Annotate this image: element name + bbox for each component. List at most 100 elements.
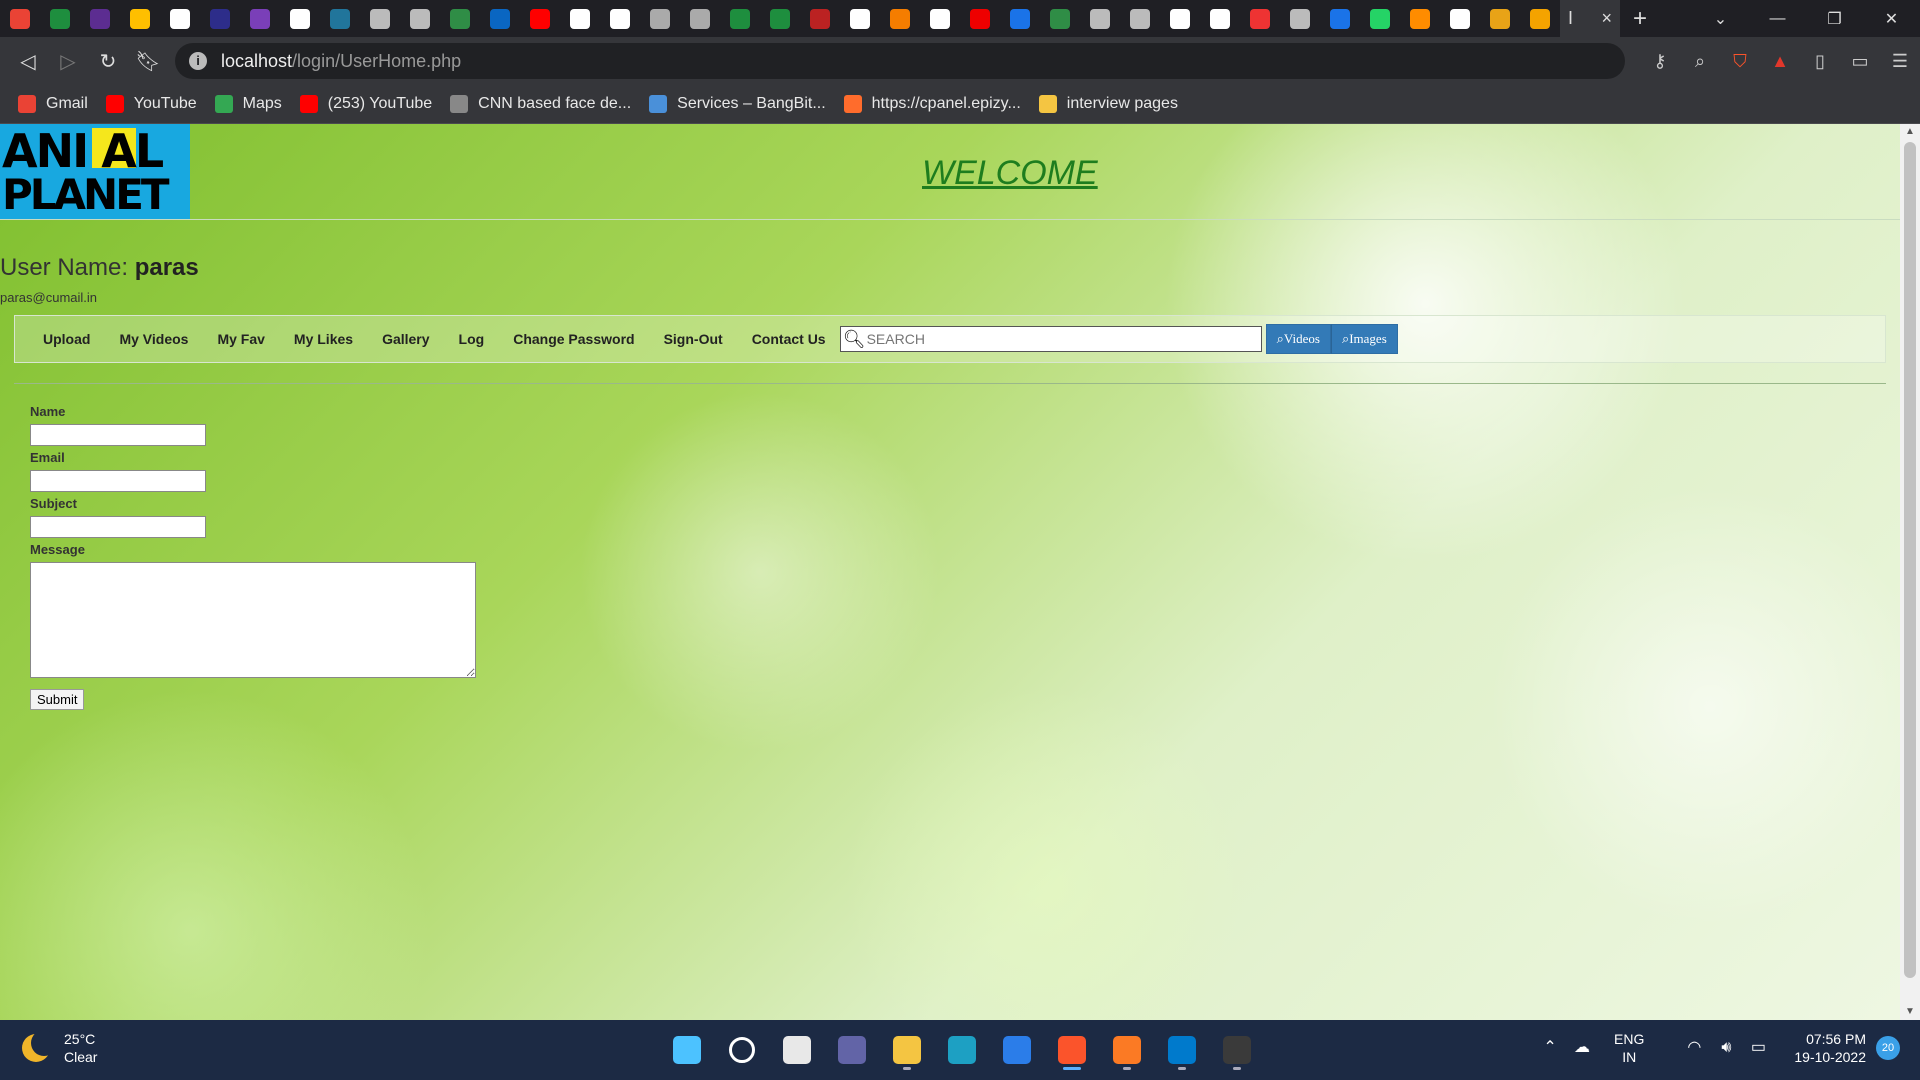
tab-favicon[interactable]	[720, 0, 760, 37]
volume-icon[interactable]: 🔊︎	[1714, 1036, 1738, 1060]
language-indicator[interactable]: ENG IN	[1614, 1030, 1644, 1066]
brave-rewards-icon[interactable]: ▲	[1760, 41, 1800, 81]
close-tab-icon[interactable]: ×	[1601, 8, 1612, 29]
tab-favicon[interactable]	[360, 0, 400, 37]
tab-favicon[interactable]	[1480, 0, 1520, 37]
taskbar-vscode[interactable]	[1160, 1028, 1204, 1072]
tab-favicon[interactable]	[1320, 0, 1360, 37]
chevron-up-icon[interactable]: ⌃	[1538, 1036, 1562, 1060]
nav-change-password[interactable]: Change Password	[513, 331, 634, 347]
tab-favicon[interactable]	[0, 0, 40, 37]
restore-icon[interactable]: ❐	[1806, 0, 1863, 37]
tab-favicon[interactable]	[1040, 0, 1080, 37]
tab-favicon[interactable]	[160, 0, 200, 37]
taskbar-search[interactable]	[720, 1028, 764, 1072]
message-field[interactable]	[30, 562, 476, 678]
key-icon[interactable]: ⚷	[1640, 41, 1680, 81]
bookmark-item[interactable]: interview pages	[1038, 95, 1178, 113]
search-videos-button[interactable]: ⌕ Videos	[1265, 324, 1331, 354]
bookmark-item[interactable]: Services – BangBit...	[649, 95, 826, 113]
reload-icon[interactable]: ↻	[88, 41, 128, 81]
tab-favicon[interactable]	[1080, 0, 1120, 37]
search-box[interactable]: 🔍︎	[839, 326, 1262, 352]
brave-shields-icon[interactable]: ⛉	[1720, 41, 1760, 81]
tab-favicon[interactable]	[1280, 0, 1320, 37]
taskbar-task-view[interactable]	[775, 1028, 819, 1072]
bookmark-item[interactable]: Gmail	[18, 95, 88, 113]
bookmark-item[interactable]: Maps	[214, 95, 282, 113]
email-field[interactable]	[30, 470, 206, 492]
tab-favicon[interactable]	[920, 0, 960, 37]
forward-icon[interactable]: ▷	[48, 41, 88, 81]
weather-widget[interactable]: 25°C Clear	[22, 1030, 97, 1066]
name-field[interactable]	[30, 424, 206, 446]
search-input[interactable]	[864, 330, 1249, 348]
page-scrollbar[interactable]: ▲ ▼	[1900, 124, 1920, 1020]
sidebar-icon[interactable]: ▯	[1800, 41, 1840, 81]
tab-favicon[interactable]	[840, 0, 880, 37]
site-info-icon[interactable]: i	[189, 52, 207, 70]
nav-contact-us[interactable]: Contact Us	[752, 331, 826, 347]
search-images-button[interactable]: ⌕ Images	[1330, 324, 1398, 354]
nav-gallery[interactable]: Gallery	[382, 331, 429, 347]
notification-badge[interactable]: 20	[1876, 1036, 1900, 1060]
wallet-icon[interactable]: ▭	[1840, 41, 1880, 81]
tab-favicon[interactable]	[760, 0, 800, 37]
tab-favicon[interactable]	[560, 0, 600, 37]
nav-upload[interactable]: Upload	[43, 331, 90, 347]
tab-favicon[interactable]	[280, 0, 320, 37]
onedrive-icon[interactable]: ☁	[1570, 1036, 1594, 1060]
tab-favicon[interactable]	[320, 0, 360, 37]
welcome-heading[interactable]: WELCOME	[922, 154, 1098, 193]
tab-favicon[interactable]	[80, 0, 120, 37]
clock[interactable]: 07:56 PM 19-10-2022	[1794, 1030, 1866, 1066]
tab-favicon[interactable]	[1200, 0, 1240, 37]
battery-icon[interactable]: ▭	[1746, 1036, 1770, 1060]
scrollbar-thumb[interactable]	[1904, 142, 1916, 978]
tab-favicon[interactable]	[1120, 0, 1160, 37]
taskbar-chat[interactable]	[830, 1028, 874, 1072]
bookmark-item[interactable]: https://cpanel.epizy...	[843, 95, 1021, 113]
bookmark-item[interactable]: (253) YouTube	[299, 95, 432, 113]
subject-field[interactable]	[30, 516, 206, 538]
tab-favicon[interactable]	[1520, 0, 1560, 37]
minimize-icon[interactable]: —	[1749, 0, 1806, 37]
bookmark-item[interactable]: YouTube	[105, 95, 197, 113]
tab-favicon[interactable]	[600, 0, 640, 37]
submit-button[interactable]: Submit	[30, 689, 85, 710]
active-tab[interactable]: I ×	[1560, 0, 1620, 37]
tab-favicon[interactable]	[960, 0, 1000, 37]
tab-favicon[interactable]	[480, 0, 520, 37]
tab-favicon[interactable]	[1000, 0, 1040, 37]
tab-favicon[interactable]	[800, 0, 840, 37]
tab-favicon[interactable]	[520, 0, 560, 37]
taskbar-terminal[interactable]	[1215, 1028, 1259, 1072]
taskbar-brave[interactable]	[1050, 1028, 1094, 1072]
tab-favicon[interactable]	[120, 0, 160, 37]
tab-search-icon[interactable]: ⌄	[1692, 0, 1749, 37]
tab-favicon[interactable]	[1400, 0, 1440, 37]
tab-favicon[interactable]	[880, 0, 920, 37]
close-window-icon[interactable]: ✕	[1863, 0, 1920, 37]
taskbar-edge[interactable]	[940, 1028, 984, 1072]
nav-sign-out[interactable]: Sign-Out	[664, 331, 723, 347]
tab-favicon[interactable]	[440, 0, 480, 37]
tab-favicon[interactable]	[1440, 0, 1480, 37]
taskbar-mail[interactable]	[995, 1028, 1039, 1072]
taskbar-start[interactable]	[665, 1028, 709, 1072]
tab-favicon[interactable]	[240, 0, 280, 37]
tab-favicon[interactable]	[640, 0, 680, 37]
tab-favicon[interactable]	[1240, 0, 1280, 37]
tab-favicon[interactable]	[1160, 0, 1200, 37]
tab-favicon[interactable]	[40, 0, 80, 37]
tab-favicon[interactable]	[400, 0, 440, 37]
taskbar-file-explorer[interactable]	[885, 1028, 929, 1072]
wifi-icon[interactable]: ◠	[1682, 1036, 1706, 1060]
bookmark-item[interactable]: CNN based face de...	[450, 95, 631, 113]
tab-favicon[interactable]	[680, 0, 720, 37]
nav-my-videos[interactable]: My Videos	[119, 331, 188, 347]
menu-icon[interactable]: ☰	[1880, 41, 1920, 81]
nav-my-likes[interactable]: My Likes	[294, 331, 353, 347]
taskbar-xampp[interactable]	[1105, 1028, 1149, 1072]
back-icon[interactable]: ◁	[8, 41, 48, 81]
